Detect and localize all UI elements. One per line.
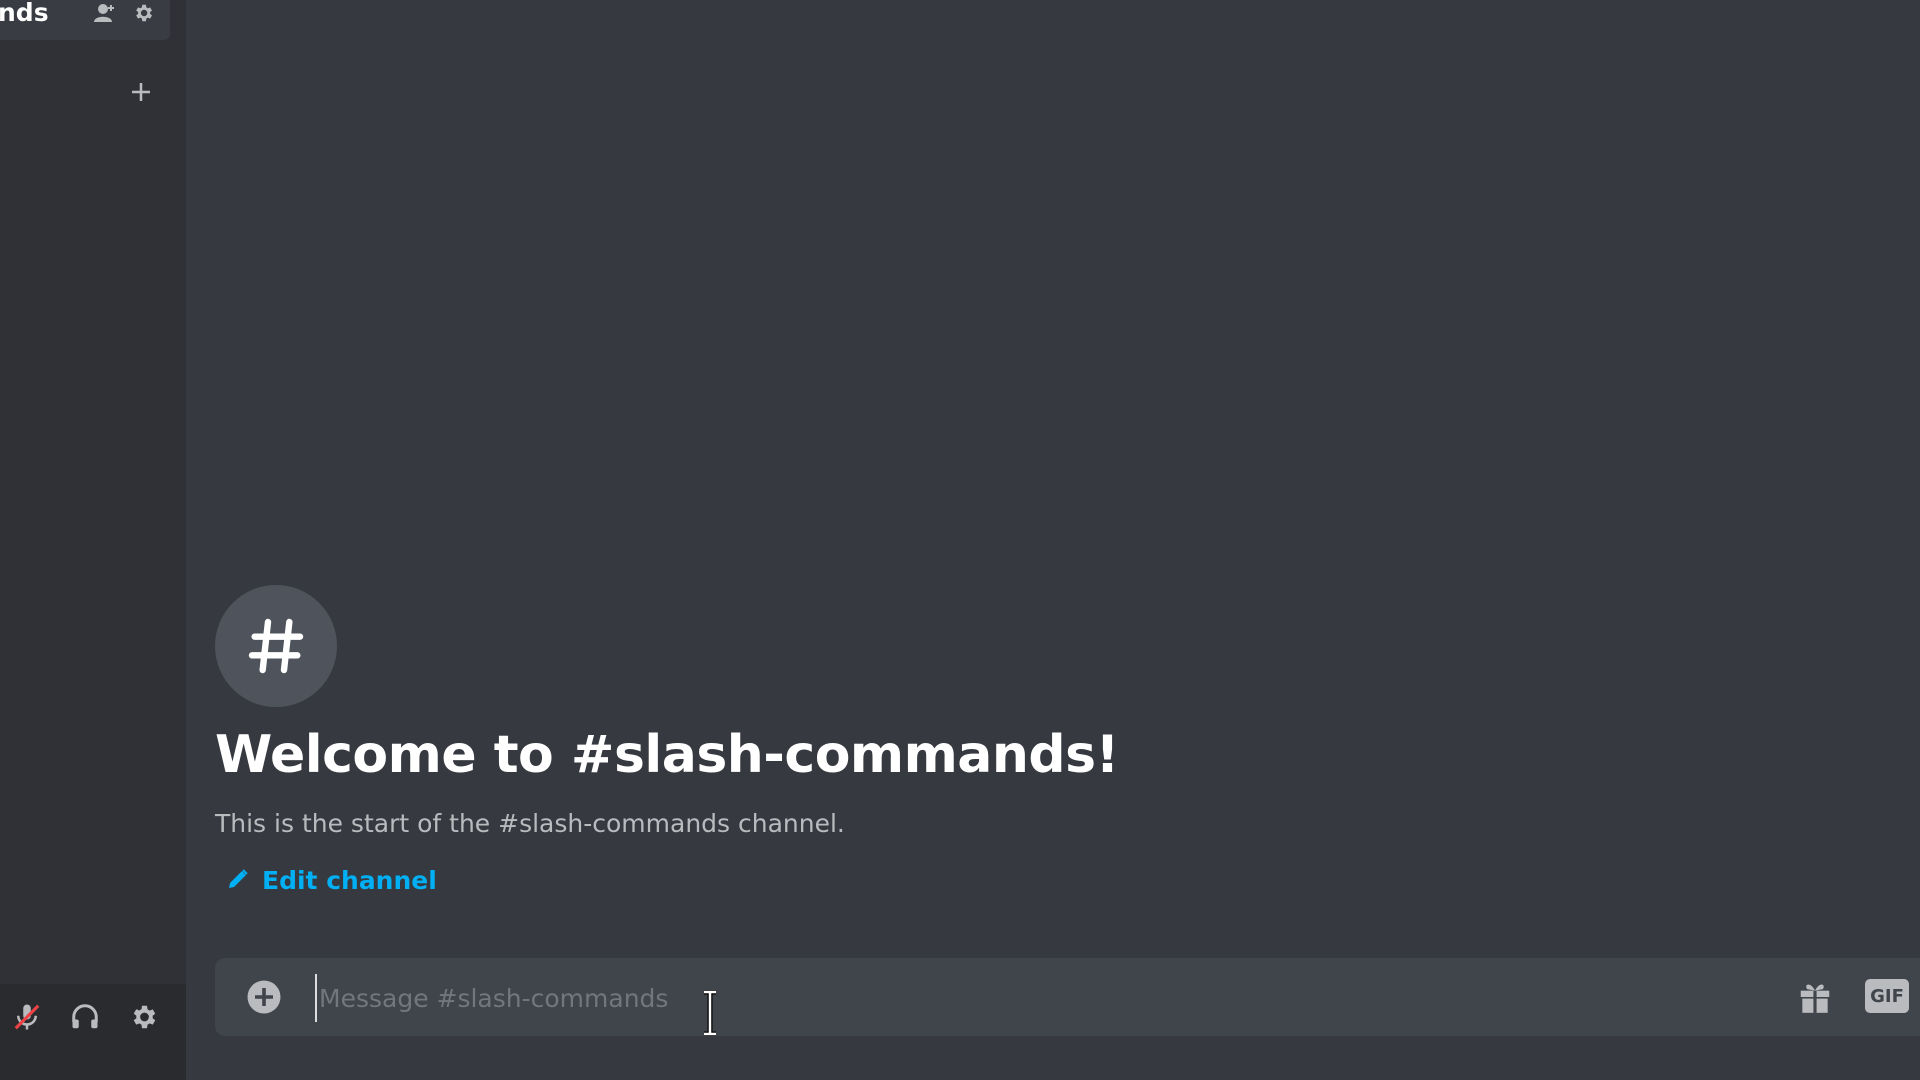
gear-icon[interactable] (124, 998, 162, 1036)
user-panel (0, 984, 186, 1080)
plus-icon[interactable] (125, 76, 157, 108)
chat-area: Welcome to #slash-commands! This is the … (186, 0, 1920, 1080)
app-window: nds Welcome to #slash-commands! This is … (0, 0, 1920, 1080)
plus-circle-icon[interactable] (245, 978, 283, 1016)
message-input[interactable] (315, 974, 1621, 1022)
gif-button[interactable]: GIF (1865, 979, 1909, 1013)
gear-icon[interactable] (130, 0, 156, 26)
welcome-subtitle: This is the start of the #slash-commands… (215, 809, 845, 838)
page-title: Welcome to #slash-commands! (215, 725, 1119, 785)
hash-icon (215, 585, 337, 707)
channel-name-label: nds (0, 0, 49, 27)
invite-person-icon[interactable] (92, 0, 118, 26)
message-composer: GIF (215, 958, 1920, 1036)
edit-channel-link[interactable]: Edit channel (226, 866, 437, 895)
channel-sidebar: nds (0, 0, 186, 1080)
edit-channel-label: Edit channel (262, 866, 437, 895)
pencil-icon (226, 867, 250, 895)
sidebar-item-slash-commands[interactable]: nds (0, 0, 170, 40)
microphone-muted-icon[interactable] (8, 998, 46, 1036)
text-cursor-icon (700, 989, 720, 1037)
headphones-icon[interactable] (66, 998, 104, 1036)
gift-icon[interactable] (1793, 975, 1837, 1019)
